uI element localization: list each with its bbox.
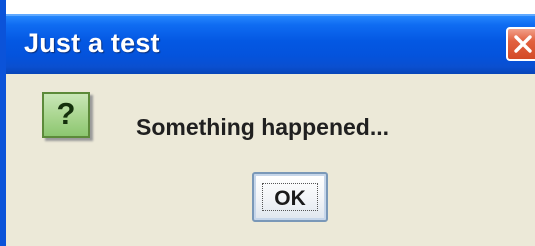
ok-button[interactable]: OK: [252, 172, 328, 222]
dialog-message: Something happened...: [136, 114, 390, 140]
title-bar[interactable]: Just a test: [6, 14, 535, 74]
window-title: Just a test: [24, 28, 160, 58]
close-button[interactable]: [506, 27, 535, 61]
top-strip: [6, 0, 535, 14]
focus-ring: OK: [262, 183, 318, 211]
dialog-window: Just a test ? Something happened... OK: [0, 0, 535, 246]
close-icon: [514, 35, 532, 53]
dialog-content: ? Something happened... OK: [12, 74, 535, 246]
question-glyph: ?: [56, 96, 76, 131]
question-icon: ?: [42, 92, 90, 138]
ok-button-label: OK: [274, 187, 306, 210]
